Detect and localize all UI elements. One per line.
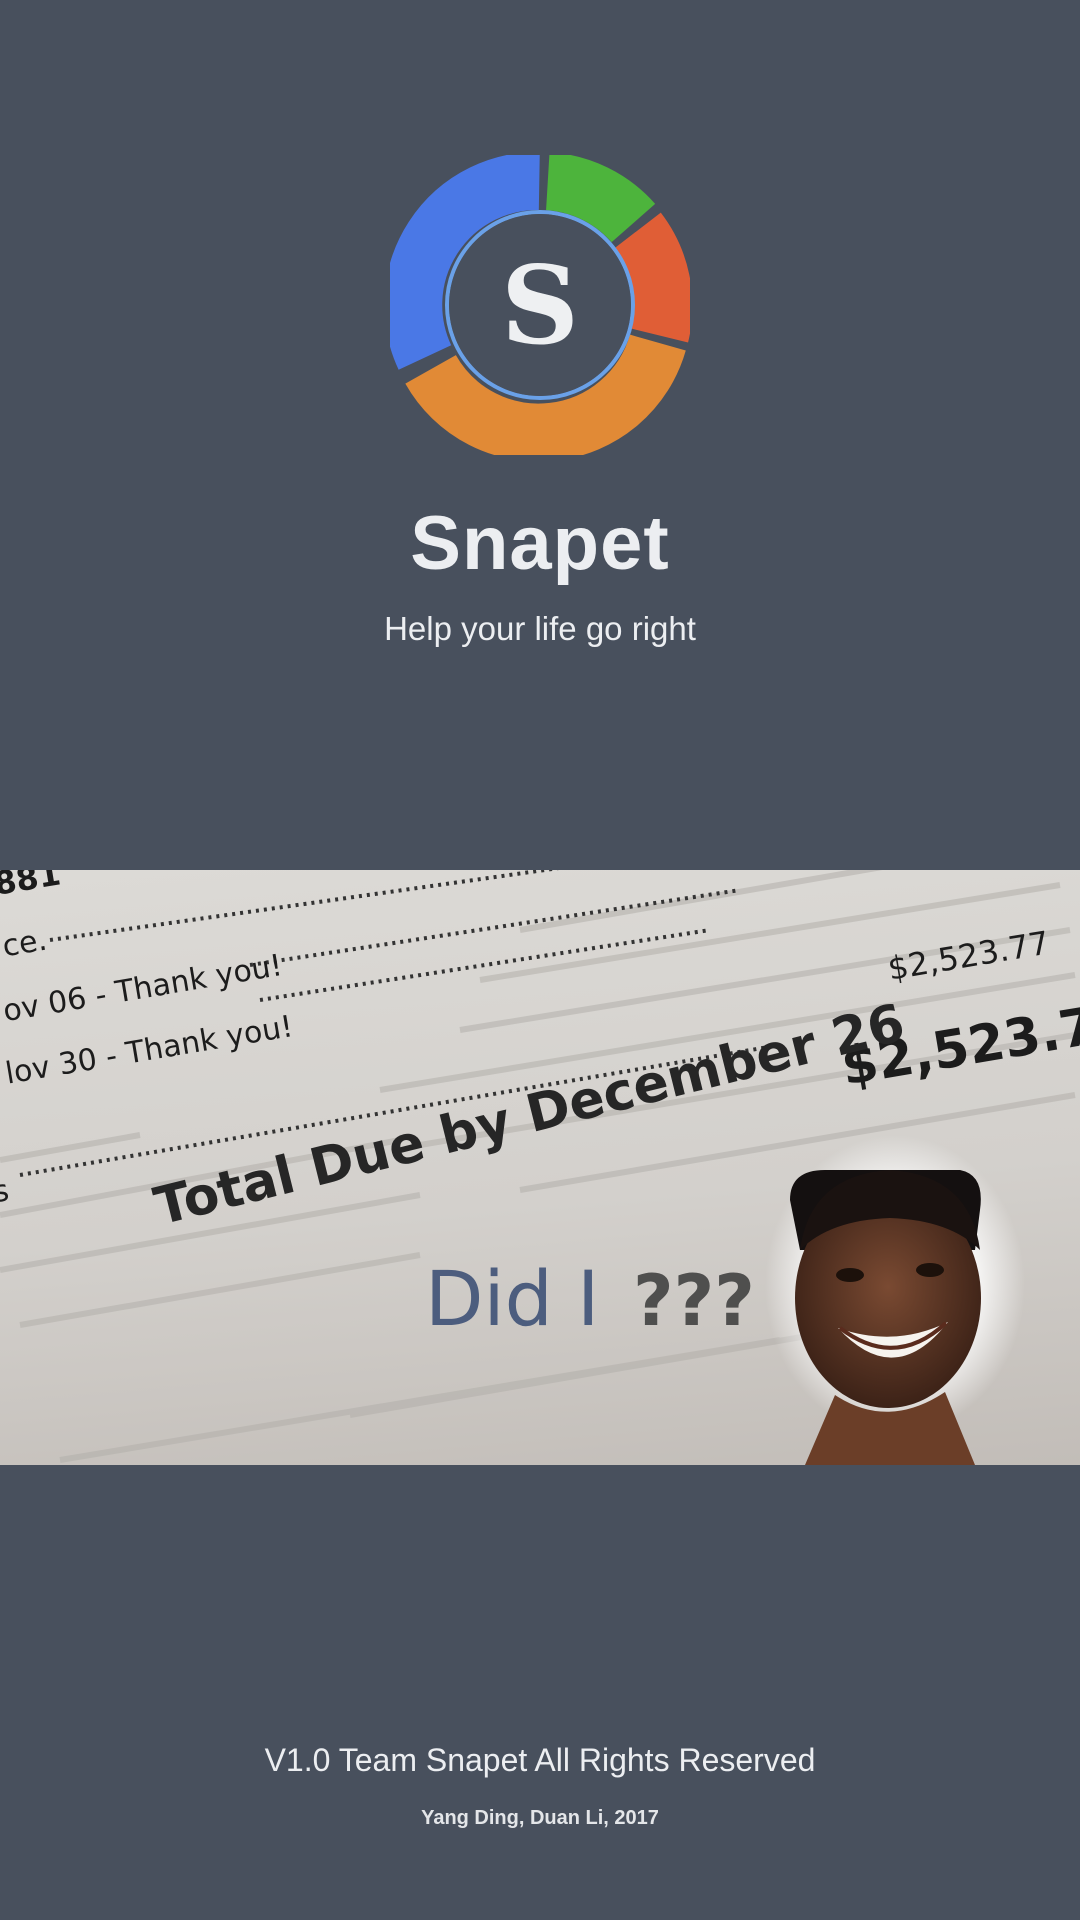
- bill-line-2: ce.: [0, 922, 50, 964]
- footer-copyright: V1.0 Team Snapet All Rights Reserved: [264, 1742, 816, 1778]
- meme-text-question-marks: ???: [633, 1260, 755, 1342]
- app-tagline: Help your life go right: [384, 610, 696, 647]
- meme-face-image: [765, 1135, 1025, 1465]
- bill-line-5: s: [0, 1173, 12, 1210]
- footer-credits: Yang Ding, Duan Li, 2017: [421, 1807, 659, 1829]
- bill-amount-small: $2,523.77: [885, 924, 1052, 988]
- snapet-logo: S: [390, 155, 690, 455]
- meme-text-did-i: Did I: [425, 1254, 599, 1343]
- promo-banner-image: 881 ce. ov 06 - Thank you! lov 30 - Than…: [0, 870, 1080, 1465]
- splash-screen: { "logo": { "letter": "S", "colors": { "…: [0, 0, 1080, 1920]
- app-name: Snapet: [410, 501, 670, 586]
- logo-letter: S: [501, 243, 579, 369]
- logo-segment-red: [614, 212, 690, 343]
- bill-line-1: 881: [0, 870, 63, 903]
